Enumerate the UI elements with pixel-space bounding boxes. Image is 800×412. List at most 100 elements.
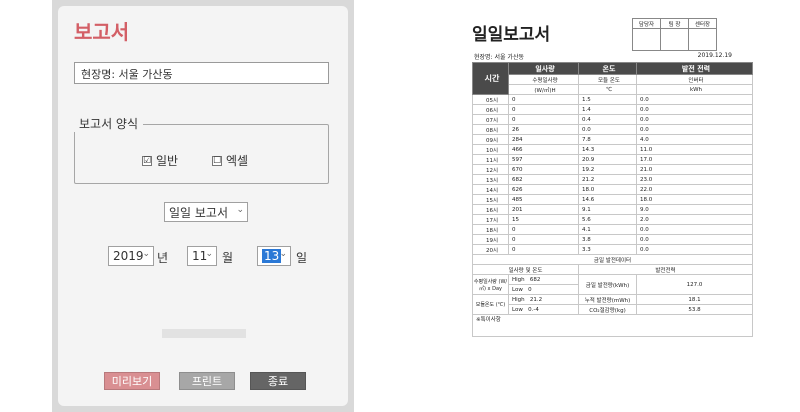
- report-preview: 일일보고서 담당자 팀 장 센터장 현장명: 서울 가산동 2019.12.19…: [472, 10, 753, 408]
- unit-header: (W/㎡)H: [508, 84, 579, 95]
- irradiance-cell: 485: [508, 194, 579, 205]
- irradiance-cell: 682: [508, 174, 579, 185]
- summary-title-row: 금일 발전데이터: [472, 254, 753, 265]
- report-type-select[interactable]: 일일 보고서 ⌄: [164, 202, 248, 222]
- irradiance-cell: 597: [508, 154, 579, 165]
- hour-cell: 14시: [472, 184, 509, 195]
- year-value: 2019: [113, 249, 144, 263]
- irradiance-low-value: 0: [528, 286, 532, 293]
- temperature-cell: 1.4: [578, 104, 637, 115]
- sub-header: 인버터: [636, 74, 753, 85]
- hour-cell: 06시: [472, 104, 509, 115]
- today-gen-value: 127.0: [636, 274, 753, 295]
- irradiance-cell: 670: [508, 164, 579, 175]
- summary-left-header: 일사량 및 온도: [472, 264, 579, 275]
- format-normal-checkbox[interactable]: ☑ 일반: [142, 152, 178, 169]
- temp-low-value: 0.-4: [528, 306, 539, 313]
- hour-cell: 09시: [472, 134, 509, 145]
- power-cell: 4.0: [636, 134, 753, 145]
- irradiance-cell: 284: [508, 134, 579, 145]
- hour-cell: 18시: [472, 224, 509, 235]
- hour-cell: 07시: [472, 114, 509, 125]
- chevron-down-icon: ⌄: [279, 249, 287, 259]
- table-row: 07시 0 0.4 0.0: [472, 114, 753, 125]
- time-header: 시간: [472, 62, 509, 95]
- column-header: 일사량: [508, 62, 579, 75]
- checkbox-checked-icon: ☑: [142, 155, 152, 166]
- hour-cell: 11시: [472, 154, 509, 165]
- report-site: 현장명: 서울 가산동: [474, 54, 524, 61]
- summary-header-row: 일사량 및 온도 발전전력: [472, 264, 753, 275]
- temperature-cell: 21.2: [578, 174, 637, 185]
- irradiance-cell: 0: [508, 104, 579, 115]
- table-unit-row: (W/㎡)H ℃ kWh: [473, 84, 753, 95]
- power-cell: 23.0: [636, 174, 753, 185]
- table-row: 20시 0 3.3 0.0: [472, 244, 753, 255]
- low-label: Low: [512, 286, 523, 293]
- high-label: High: [512, 276, 525, 283]
- close-button[interactable]: 종료: [250, 372, 306, 390]
- temperature-cell: 18.0: [578, 184, 637, 195]
- table-row: 05시 0 1.5 0.0: [472, 94, 753, 105]
- cumulative-gen-value: 18.1: [636, 294, 753, 305]
- temperature-cell: 14.3: [578, 144, 637, 155]
- report-table: 시간 일사량 온도 발전 전력 수평일사량 모듈 온도 인버터 (W/㎡)H ℃…: [472, 62, 753, 337]
- irradiance-cell: 0: [508, 244, 579, 255]
- chevron-down-icon: ⌄: [142, 249, 150, 259]
- power-cell: 11.0: [636, 144, 753, 155]
- day-select[interactable]: 13 ⌄: [257, 246, 291, 266]
- hour-cell: 19시: [472, 234, 509, 245]
- hour-cell: 05시: [472, 94, 509, 105]
- irradiance-cell: 466: [508, 144, 579, 155]
- preview-button[interactable]: 미리보기: [104, 372, 160, 390]
- temperature-cell: 4.1: [578, 224, 637, 235]
- sub-header: 모듈 온도: [578, 74, 637, 85]
- hour-cell: 16시: [472, 204, 509, 215]
- format-normal-label: 일반: [156, 154, 179, 168]
- irradiance-cell: 626: [508, 184, 579, 195]
- co2-label: CO₂절감량(kg): [578, 304, 637, 315]
- power-cell: 22.0: [636, 184, 753, 195]
- power-cell: 21.0: [636, 164, 753, 175]
- table-row: 12시 670 19.2 21.0: [472, 164, 753, 175]
- report-type-value: 일일 보고서: [169, 205, 229, 220]
- format-excel-label: 엑셀: [226, 154, 249, 168]
- temperature-cell: 0.0: [578, 124, 637, 135]
- hour-cell: 10시: [472, 144, 509, 155]
- temperature-cell: 3.3: [578, 244, 637, 255]
- irradiance-cell: 0: [508, 234, 579, 245]
- table-subheader-row: 수평일사량 모듈 온도 인버터: [473, 74, 753, 85]
- power-cell: 0.0: [636, 104, 753, 115]
- temperature-cell: 0.4: [578, 114, 637, 125]
- irradiance-label: 수평일사량 (W/㎡) x Day: [472, 274, 509, 295]
- irradiance-cell: 26: [508, 124, 579, 135]
- summary-title: 금일 발전데이터: [472, 254, 753, 265]
- low-label: Low: [512, 306, 523, 313]
- table-row: 06시 0 1.4 0.0: [472, 104, 753, 115]
- format-group-legend: 보고서 양식: [74, 115, 144, 132]
- year-select[interactable]: 2019 ⌄: [108, 246, 154, 266]
- column-header: 온도: [578, 62, 637, 75]
- format-excel-checkbox[interactable]: ☐ 엑셀: [212, 152, 248, 169]
- summary-right-header: 발전전력: [578, 264, 753, 275]
- table-row: 09시 284 7.8 4.0: [472, 134, 753, 145]
- table-row: 08시 26 0.0 0.0: [472, 124, 753, 135]
- month-select[interactable]: 11 ⌄: [187, 246, 217, 266]
- temp-label: 모듈온도 (℃): [472, 294, 509, 315]
- irradiance-high-label: High 682: [508, 274, 579, 285]
- temperature-cell: 20.9: [578, 154, 637, 165]
- irradiance-cell: 201: [508, 204, 579, 215]
- site-name-field[interactable]: 현장명: 서울 가산동: [74, 62, 329, 84]
- month-unit: 월: [222, 251, 234, 265]
- today-gen-label: 금일 발전량(kWh): [578, 274, 637, 295]
- table-row: 16시 201 9.1 9.0: [472, 204, 753, 215]
- temp-high-value: 21.2: [529, 296, 543, 303]
- remarks: ※특이사항: [472, 314, 753, 337]
- high-label: High: [512, 296, 525, 303]
- hour-cell: 13시: [472, 174, 509, 185]
- temperature-cell: 14.6: [578, 194, 637, 205]
- table-row: 19시 0 3.8 0.0: [472, 234, 753, 245]
- power-cell: 17.0: [636, 154, 753, 165]
- sub-header: 수평일사량: [508, 74, 579, 85]
- print-button[interactable]: 프린트: [179, 372, 235, 390]
